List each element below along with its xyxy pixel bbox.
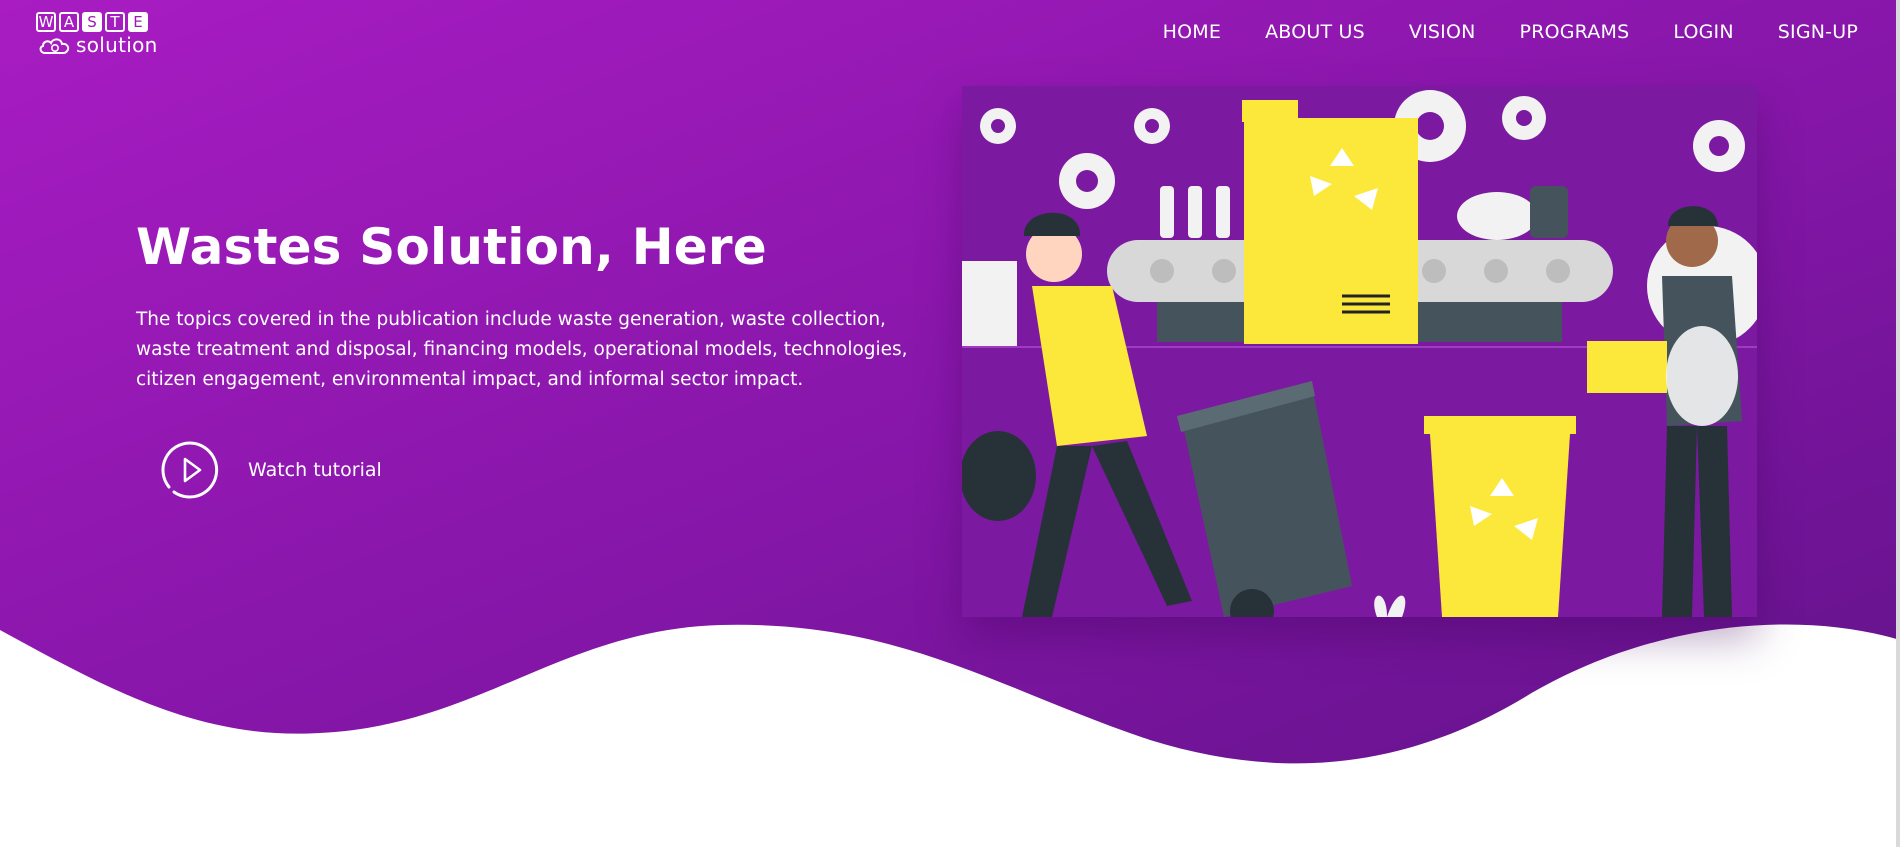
play-circle-icon xyxy=(161,441,219,499)
hero-title: Wastes Solution, Here xyxy=(136,218,767,276)
logo-letter: W xyxy=(36,12,56,32)
cloud-recycle-icon xyxy=(39,38,70,54)
navbar: W A S T E solution HOME ABOUT US VISION … xyxy=(0,0,1900,70)
logo-letter: A xyxy=(59,12,79,32)
logo-letter: E xyxy=(128,12,148,32)
nav-about-us[interactable]: ABOUT US xyxy=(1265,21,1365,43)
logo-subtitle: solution xyxy=(76,33,158,57)
landing-page: W A S T E solution HOME ABOUT US VISION … xyxy=(0,0,1900,847)
logo-letter: T xyxy=(105,12,125,32)
nav-vision[interactable]: VISION xyxy=(1409,21,1476,43)
watch-tutorial-button[interactable]: Watch tutorial xyxy=(160,440,382,500)
logo-letters: W A S T E xyxy=(36,12,148,32)
nav-sign-up[interactable]: SIGN-UP xyxy=(1778,21,1858,43)
logo-letter: S xyxy=(82,12,102,32)
nav-menu: HOME ABOUT US VISION PROGRAMS LOGIN SIGN… xyxy=(1163,21,1858,43)
hero-illustration xyxy=(962,86,1757,617)
nav-login[interactable]: LOGIN xyxy=(1673,21,1733,43)
hero-description: The topics covered in the publication in… xyxy=(136,309,908,390)
nav-home[interactable]: HOME xyxy=(1163,21,1221,43)
watch-tutorial-label: Watch tutorial xyxy=(248,459,382,481)
nav-programs[interactable]: PROGRAMS xyxy=(1520,21,1630,43)
logo[interactable]: W A S T E solution xyxy=(36,12,166,60)
